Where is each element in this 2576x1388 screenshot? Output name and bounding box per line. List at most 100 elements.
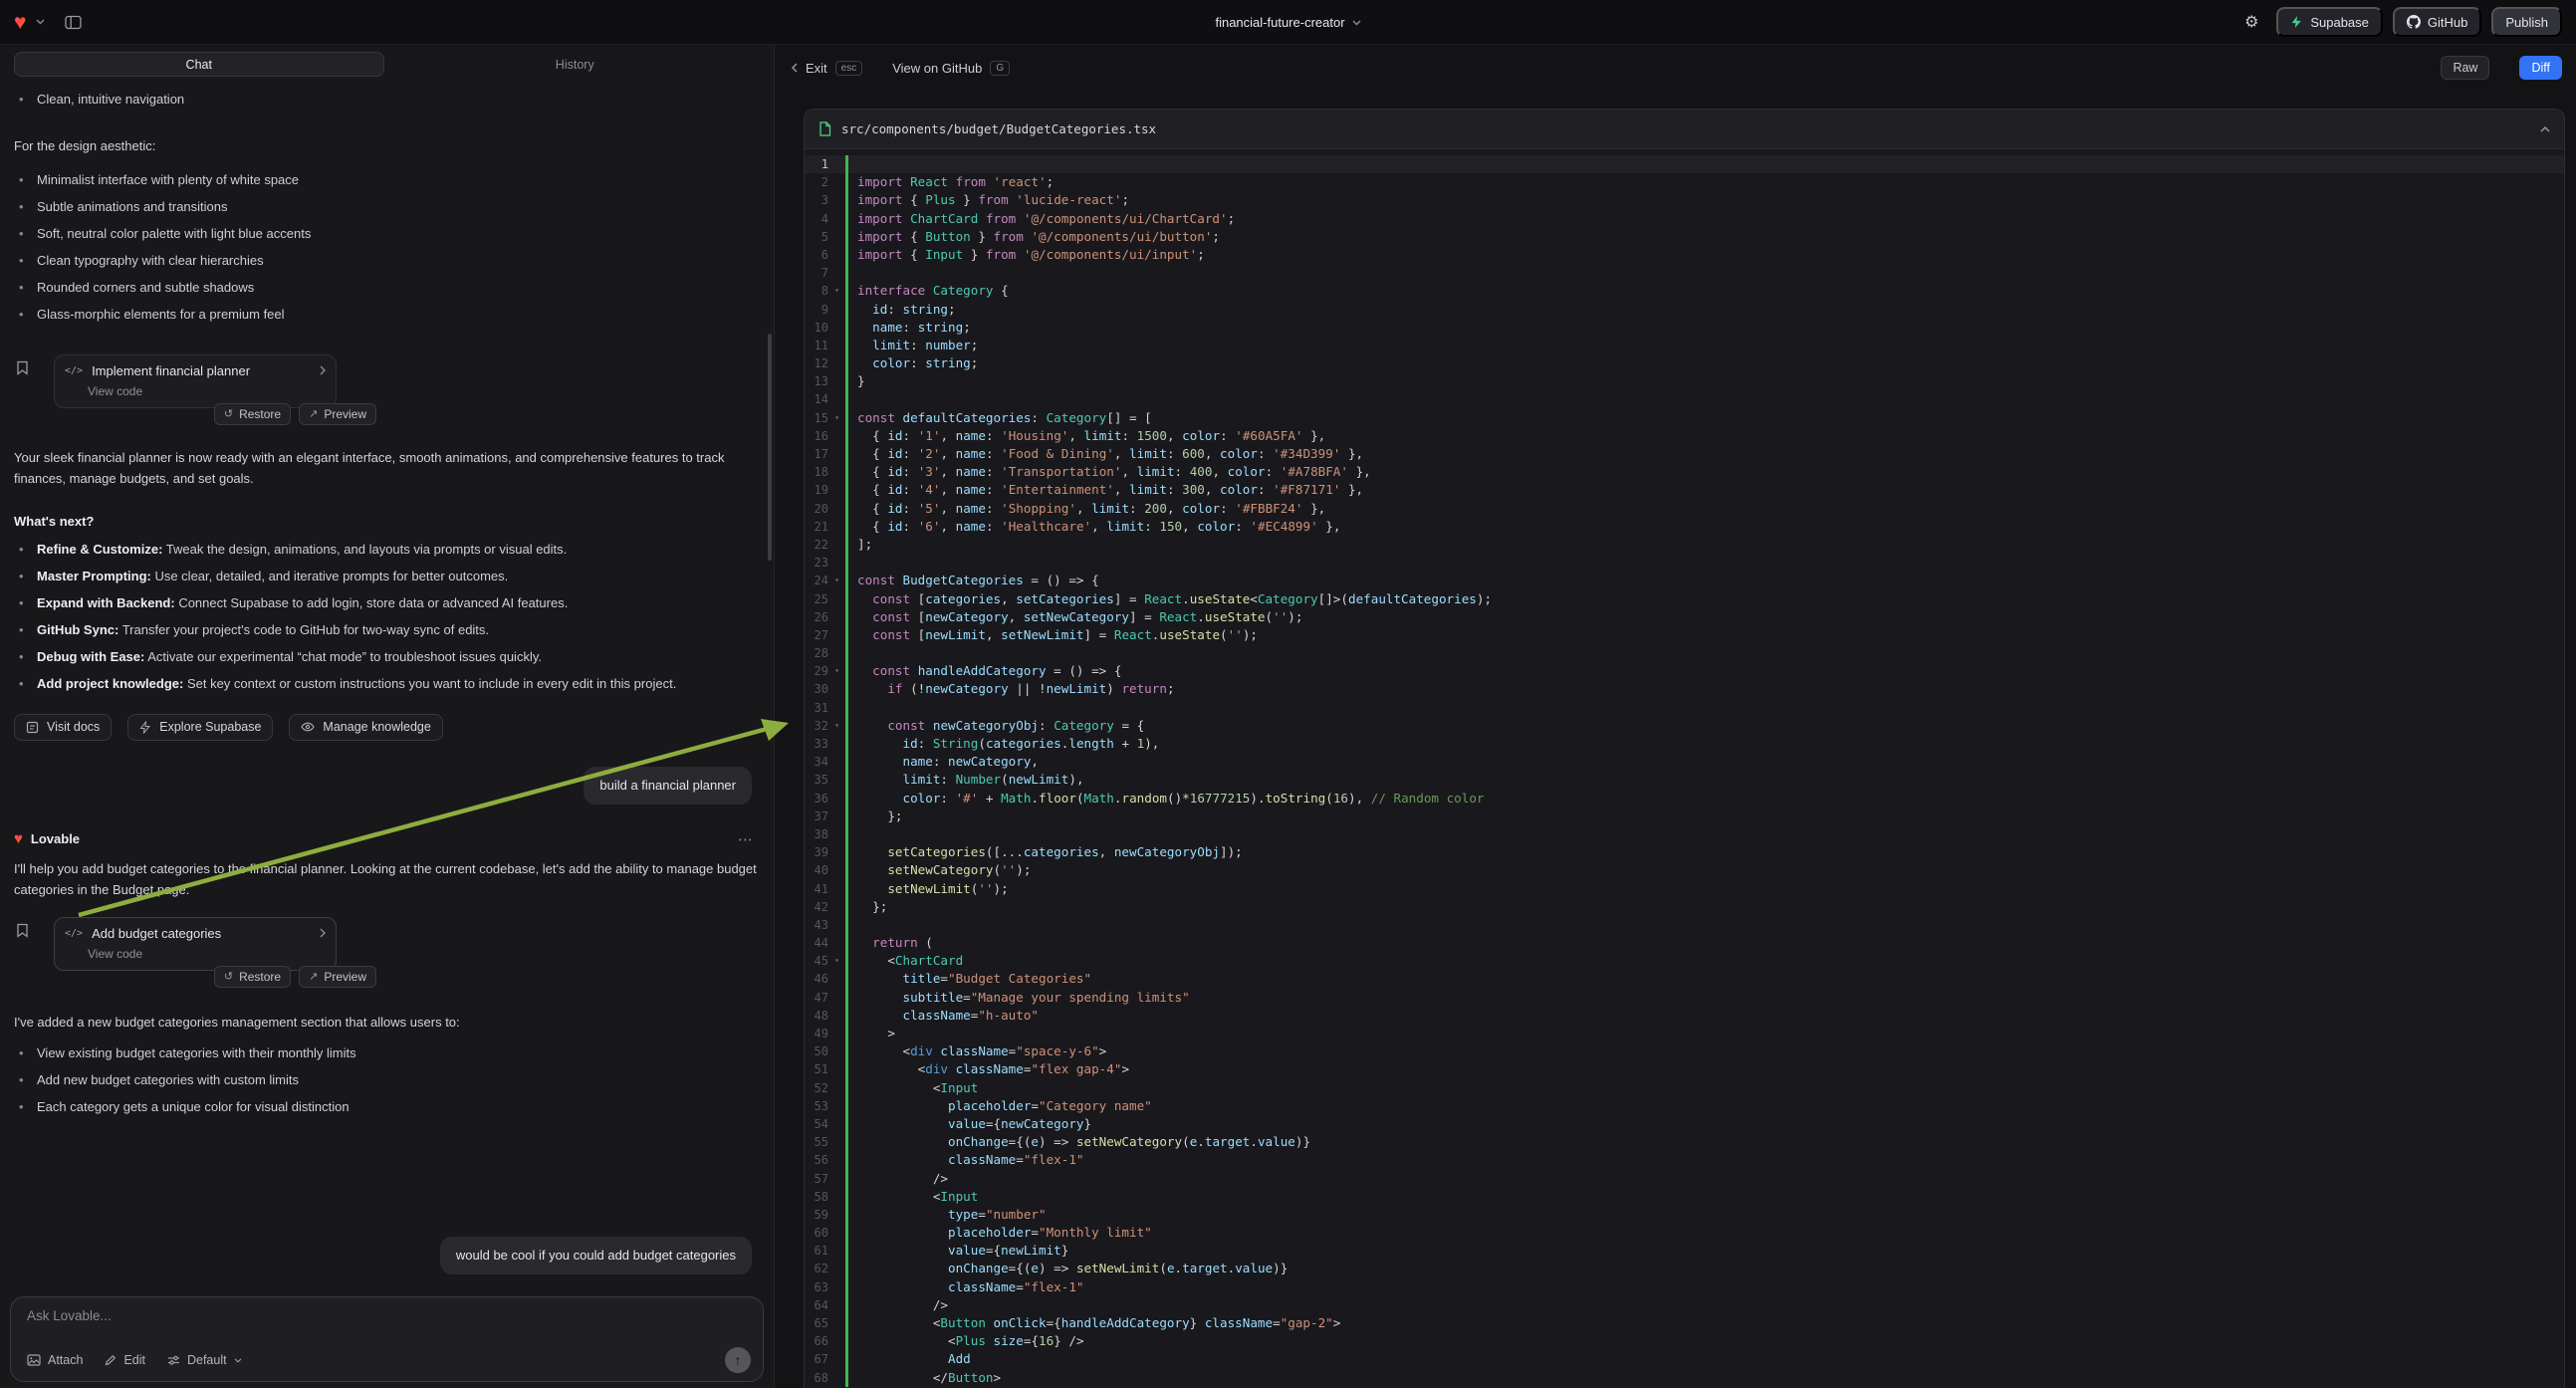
restore-button[interactable]: ↺ Restore: [214, 966, 291, 988]
code-editor[interactable]: 12import React from 'react';3import { Pl…: [805, 149, 2564, 1388]
line-number[interactable]: 31: [805, 699, 828, 717]
fold-chevron-icon[interactable]: ▾: [828, 409, 845, 427]
chevron-up-icon[interactable]: [2540, 126, 2550, 132]
line-number[interactable]: 44: [805, 934, 828, 952]
line-number[interactable]: 33: [805, 735, 828, 753]
tool-card[interactable]: </> Implement financial planner View cod…: [54, 354, 337, 408]
supabase-button[interactable]: Supabase: [2276, 7, 2383, 37]
line-number[interactable]: 65: [805, 1314, 828, 1332]
visit-docs-button[interactable]: Visit docs: [14, 714, 112, 741]
preview-button[interactable]: ↗ Preview: [299, 966, 376, 988]
line-number[interactable]: 12: [805, 354, 828, 372]
manage-knowledge-button[interactable]: Manage knowledge: [289, 714, 442, 741]
line-number[interactable]: 59: [805, 1206, 828, 1224]
line-number[interactable]: 2: [805, 173, 828, 191]
raw-toggle[interactable]: Raw: [2441, 56, 2489, 80]
publish-button[interactable]: Publish: [2491, 7, 2562, 37]
line-number[interactable]: 49: [805, 1025, 828, 1042]
tool-card[interactable]: </> Add budget categories View code: [54, 917, 337, 971]
line-number[interactable]: 21: [805, 518, 828, 536]
line-number[interactable]: 50: [805, 1042, 828, 1060]
line-number[interactable]: 67: [805, 1350, 828, 1368]
line-number[interactable]: 45: [805, 952, 828, 970]
line-number[interactable]: 37: [805, 808, 828, 825]
line-number[interactable]: 63: [805, 1278, 828, 1296]
explore-supabase-button[interactable]: Explore Supabase: [127, 714, 273, 741]
send-button[interactable]: ↑: [725, 1347, 751, 1373]
more-options-icon[interactable]: ⋯: [738, 830, 754, 848]
line-number[interactable]: 38: [805, 825, 828, 843]
line-number[interactable]: 1: [805, 155, 828, 173]
line-number[interactable]: 55: [805, 1133, 828, 1151]
line-number[interactable]: 58: [805, 1188, 828, 1206]
line-number[interactable]: 17: [805, 445, 828, 463]
line-number[interactable]: 26: [805, 608, 828, 626]
view-on-github-button[interactable]: View on GitHub G: [892, 61, 1010, 76]
line-number[interactable]: 16: [805, 427, 828, 445]
settings-gear-icon[interactable]: ⚙: [2236, 7, 2266, 37]
line-number[interactable]: 18: [805, 463, 828, 481]
line-number[interactable]: 23: [805, 554, 828, 572]
line-number[interactable]: 40: [805, 861, 828, 879]
diff-toggle[interactable]: Diff: [2519, 56, 2562, 80]
line-number[interactable]: 22: [805, 536, 828, 554]
fold-chevron-icon[interactable]: ▾: [828, 662, 845, 680]
line-number[interactable]: 13: [805, 372, 828, 390]
model-selector[interactable]: Default: [167, 1353, 242, 1367]
fold-chevron-icon[interactable]: ▾: [828, 952, 845, 970]
line-number[interactable]: 25: [805, 590, 828, 608]
bookmark-icon[interactable]: [16, 923, 29, 938]
line-number[interactable]: 60: [805, 1224, 828, 1242]
line-number[interactable]: 42: [805, 898, 828, 916]
line-number[interactable]: 4: [805, 210, 828, 228]
line-number[interactable]: 66: [805, 1332, 828, 1350]
line-number[interactable]: 51: [805, 1060, 828, 1078]
line-number[interactable]: 20: [805, 500, 828, 518]
line-number[interactable]: 3: [805, 191, 828, 209]
exit-button[interactable]: Exit esc: [792, 61, 862, 76]
bookmark-icon[interactable]: [16, 360, 29, 375]
line-number[interactable]: 54: [805, 1115, 828, 1133]
line-number[interactable]: 6: [805, 246, 828, 264]
line-number[interactable]: 57: [805, 1170, 828, 1188]
line-number[interactable]: 30: [805, 680, 828, 698]
line-number[interactable]: 9: [805, 301, 828, 319]
fold-chevron-icon[interactable]: ▾: [828, 717, 845, 735]
line-number[interactable]: 43: [805, 916, 828, 934]
line-number[interactable]: 61: [805, 1242, 828, 1260]
line-number[interactable]: 36: [805, 790, 828, 808]
line-number[interactable]: 7: [805, 264, 828, 282]
line-number[interactable]: 10: [805, 319, 828, 337]
line-number[interactable]: 52: [805, 1079, 828, 1097]
line-number[interactable]: 64: [805, 1296, 828, 1314]
line-number[interactable]: 56: [805, 1151, 828, 1169]
line-number[interactable]: 5: [805, 228, 828, 246]
preview-button[interactable]: ↗ Preview: [299, 403, 376, 425]
restore-button[interactable]: ↺ Restore: [214, 403, 291, 425]
line-number[interactable]: 48: [805, 1007, 828, 1025]
lovable-logo-icon[interactable]: ♥: [14, 12, 26, 33]
tab-history[interactable]: History: [390, 52, 761, 77]
line-number[interactable]: 19: [805, 481, 828, 499]
attach-button[interactable]: Attach: [27, 1353, 83, 1367]
project-menu[interactable]: financial-future-creator: [1215, 0, 1360, 45]
line-number[interactable]: 32: [805, 717, 828, 735]
line-number[interactable]: 68: [805, 1369, 828, 1387]
line-number[interactable]: 15: [805, 409, 828, 427]
line-number[interactable]: 35: [805, 771, 828, 789]
prompt-input[interactable]: Ask Lovable...: [27, 1308, 751, 1323]
scrollbar-thumb[interactable]: [768, 334, 772, 561]
line-number[interactable]: 53: [805, 1097, 828, 1115]
line-number[interactable]: 34: [805, 753, 828, 771]
line-number[interactable]: 24: [805, 572, 828, 589]
fold-chevron-icon[interactable]: ▾: [828, 282, 845, 300]
chat-messages[interactable]: • Clean, intuitive navigation For the de…: [0, 83, 774, 1288]
fold-chevron-icon[interactable]: ▾: [828, 572, 845, 589]
line-number[interactable]: 14: [805, 390, 828, 408]
github-button[interactable]: GitHub: [2393, 7, 2481, 37]
line-number[interactable]: 11: [805, 337, 828, 354]
edit-button[interactable]: Edit: [105, 1353, 145, 1367]
line-number[interactable]: 27: [805, 626, 828, 644]
line-number[interactable]: 47: [805, 989, 828, 1007]
line-number[interactable]: 29: [805, 662, 828, 680]
